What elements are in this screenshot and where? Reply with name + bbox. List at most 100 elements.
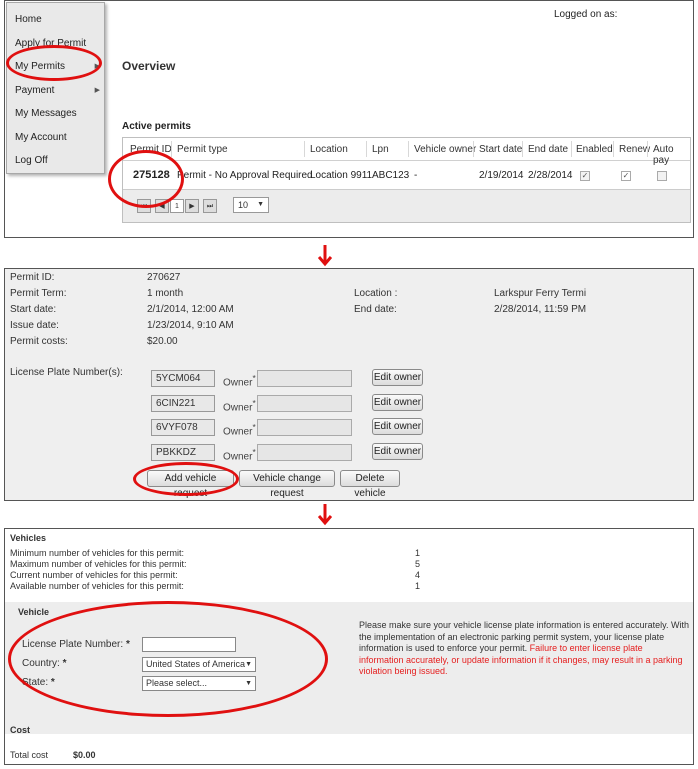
lpn-cell: ABC123 [372, 170, 410, 181]
required-mark: * [125, 639, 130, 650]
menu-item-label: My Permits [15, 61, 65, 72]
chevron-right-icon: ▶ [94, 87, 100, 94]
menu-item-label: Payment [15, 85, 55, 96]
last-page-icon[interactable]: ⏭ [203, 199, 217, 213]
col-vehicle-owner[interactable]: Vehicle owner [414, 144, 476, 155]
menu-item-log-off[interactable]: Log Off [15, 155, 48, 166]
state-label: State: * [22, 677, 55, 688]
page-size-select[interactable]: 10 ▼ [233, 197, 269, 213]
delete-vehicle-button[interactable]: Delete vehicle [340, 470, 400, 499]
active-permits-table: Permit ID Permit type Location Lpn Vehic… [122, 137, 691, 223]
permit-detail-panel: Permit ID: 270627 Permit Term: 1 month S… [4, 268, 694, 501]
col-end-date[interactable]: End date [528, 144, 568, 155]
edit-owner-button[interactable]: Edit owner [372, 418, 423, 435]
vehicle-form-title: Vehicle [18, 607, 50, 617]
permit-term-label: Permit Term: [10, 288, 67, 299]
menu-item-my-messages[interactable]: My Messages [15, 108, 77, 119]
available-vehicles-value: 1 [415, 581, 421, 591]
current-vehicles-value: 4 [415, 570, 421, 580]
col-start-date[interactable]: Start date [479, 144, 522, 155]
end-date-cell: 2/28/2014 [528, 170, 573, 181]
license-plates-label: License Plate Number(s): [10, 367, 123, 378]
license-plate-input[interactable] [142, 637, 236, 652]
max-vehicles-value: 5 [415, 559, 421, 569]
table-pager: ⏮ ◀ 1 ▶ ⏭ 10 ▼ [123, 189, 690, 222]
start-date-label: Start date: [10, 304, 57, 315]
min-vehicles-value: 1 [415, 548, 421, 558]
max-vehicles-label: Maximum number of vehicles for this perm… [10, 559, 187, 569]
chevron-down-icon: ▼ [245, 661, 252, 668]
vehicle-change-request-button[interactable]: Vehicle change request [239, 470, 335, 499]
total-cost-label: Total cost [10, 750, 49, 760]
total-cost-value: $0.00 [73, 750, 96, 760]
owner-label: Owner* [223, 373, 256, 389]
menu-item-label: My Account [15, 132, 67, 143]
col-lpn[interactable]: Lpn [372, 144, 389, 155]
page-number[interactable]: 1 [170, 199, 184, 213]
plate-number-label: License Plate Number: * [22, 639, 130, 650]
plate-notice: Please make sure your vehicle license pl… [359, 620, 689, 678]
state-select[interactable]: Please select... ▼ [142, 676, 256, 691]
col-renew[interactable]: Renew [619, 144, 650, 155]
start-date-value: 2/1/2014, 12:00 AM [147, 304, 234, 315]
col-enabled[interactable]: Enabled [576, 144, 613, 155]
permit-id-cell[interactable]: 275128 [133, 169, 170, 181]
plate-number-label-text: License Plate Number: [22, 639, 124, 650]
add-vehicle-panel: Vehicles Minimum number of vehicles for … [4, 528, 694, 765]
owner-label-text: Owner [223, 377, 253, 389]
active-permits-title: Active permits [122, 121, 191, 132]
col-auto-pay[interactable]: Auto pay [653, 144, 690, 166]
enabled-checkbox: ✓ [580, 171, 590, 181]
menu-item-my-account[interactable]: My Account [15, 132, 67, 143]
owner-label-text: Owner [223, 402, 253, 414]
menu-item-label: Log Off [15, 155, 48, 166]
page-title: Overview [122, 59, 176, 73]
prev-page-icon[interactable]: ◀ [155, 199, 169, 213]
state-select-value: Please select... [146, 678, 208, 688]
owner-label-text: Owner [223, 451, 253, 463]
country-label: Country: * [22, 658, 66, 669]
country-label-text: Country: [22, 658, 60, 669]
owner-label: Owner* [223, 447, 256, 463]
owner-label-text: Owner [223, 426, 253, 438]
required-mark: * [62, 658, 67, 669]
chevron-right-icon: ▶ [94, 63, 100, 70]
issue-date-value: 1/23/2014, 9:10 AM [147, 320, 234, 331]
next-page-icon[interactable]: ▶ [185, 199, 199, 213]
state-label-text: State: [22, 677, 49, 688]
available-vehicles-label: Available number of vehicles for this pe… [10, 581, 184, 591]
arrow-down-icon [318, 504, 332, 526]
col-permit-id[interactable]: Permit ID [130, 144, 172, 155]
renew-checkbox[interactable]: ✓ [621, 171, 631, 181]
edit-owner-button[interactable]: Edit owner [372, 394, 423, 411]
permit-costs-label: Permit costs: [10, 336, 68, 347]
location-label: Location : [354, 288, 398, 299]
country-select[interactable]: United States of America ▼ [142, 657, 256, 672]
owner-field [257, 419, 352, 436]
plate-field: 5YCM064 [151, 370, 215, 387]
owner-label: Owner* [223, 422, 256, 438]
menu-item-label: My Messages [15, 108, 77, 119]
menu-item-my-permits[interactable]: My Permits ▶ [15, 61, 100, 72]
col-location[interactable]: Location [310, 144, 348, 155]
menu-item-payment[interactable]: Payment ▶ [15, 85, 100, 96]
owner-field [257, 370, 352, 387]
end-date-value: 2/28/2014, 11:59 PM [494, 304, 587, 315]
owner-field [257, 395, 352, 412]
permit-id-label: Permit ID: [10, 272, 55, 283]
col-permit-type[interactable]: Permit type [177, 144, 228, 155]
add-vehicle-request-button[interactable]: Add vehicle request [147, 470, 234, 499]
page-size-value: 10 [238, 200, 249, 210]
location-cell: Location 9911 [310, 170, 373, 181]
edit-owner-button[interactable]: Edit owner [372, 443, 423, 460]
current-vehicles-label: Current number of vehicles for this perm… [10, 570, 178, 580]
cost-title: Cost [10, 725, 30, 735]
menu-item-home[interactable]: Home [15, 14, 42, 25]
vehicles-title: Vehicles [10, 533, 47, 543]
location-value: Larkspur Ferry Termi [494, 288, 587, 299]
edit-owner-button[interactable]: Edit owner [372, 369, 423, 386]
auto-pay-checkbox[interactable] [657, 171, 667, 181]
menu-item-apply-for-permit[interactable]: Apply for Permit [15, 38, 86, 49]
table-header: Permit ID Permit type Location Lpn Vehic… [123, 138, 690, 166]
first-page-icon[interactable]: ⏮ [137, 199, 151, 213]
